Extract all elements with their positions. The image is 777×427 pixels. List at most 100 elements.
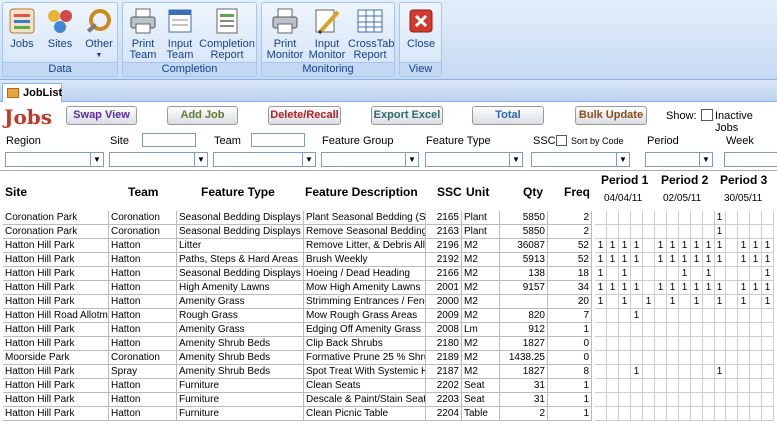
period-week-cell[interactable] [631, 379, 643, 393]
period-week-cell[interactable] [619, 379, 631, 393]
cell-team[interactable]: Hatton [109, 281, 177, 295]
period-week-cell[interactable] [691, 407, 703, 421]
period-week-cell[interactable]: 1 [655, 281, 667, 295]
period-week-cell[interactable]: 1 [762, 253, 774, 267]
inactive-jobs-checkbox[interactable] [701, 109, 713, 121]
period-week-cell[interactable]: 1 [607, 239, 619, 253]
cell-ssc[interactable]: 2189 [426, 351, 462, 365]
cell-ssc[interactable]: 2192 [426, 253, 462, 267]
period-week-cell[interactable] [738, 379, 750, 393]
period-week-cell[interactable] [643, 379, 655, 393]
period-week-cell[interactable] [667, 225, 679, 239]
period-week-cell[interactable] [691, 225, 703, 239]
period-week-cell[interactable] [643, 211, 655, 225]
period-week-cell[interactable] [595, 351, 607, 365]
cell-freq[interactable]: 0 [548, 351, 592, 365]
tab-joblist[interactable]: JobList [2, 83, 62, 102]
table-row[interactable]: Hatton Hill Park Hatton Furniture Clean Sea… [0, 379, 777, 393]
site-combo[interactable]: ▼ [109, 152, 208, 167]
cell-freq[interactable]: 52 [548, 253, 592, 267]
period-week-cell[interactable] [679, 309, 691, 323]
cell-freq[interactable]: 0 [548, 337, 592, 351]
period-week-cell[interactable]: 1 [679, 267, 691, 281]
jobs-button[interactable]: Jobs [7, 6, 37, 50]
cell-site[interactable]: Hatton Hill Park [3, 253, 109, 267]
period-week-cell[interactable]: 1 [762, 281, 774, 295]
period-week-cell[interactable] [607, 295, 619, 309]
period-week-cell[interactable] [607, 351, 619, 365]
period-week-cell[interactable] [714, 323, 726, 337]
period-week-cell[interactable] [738, 309, 750, 323]
period-week-cell[interactable] [691, 379, 703, 393]
period-week-cell[interactable] [750, 407, 762, 421]
cell-feature-type[interactable]: Furniture [177, 407, 304, 421]
period-week-cell[interactable]: 1 [667, 253, 679, 267]
completion-report-button[interactable]: Completion Report [199, 6, 255, 61]
period-week-cell[interactable] [726, 365, 738, 379]
period-week-cell[interactable] [738, 351, 750, 365]
period-week-cell[interactable] [750, 393, 762, 407]
period-week-cell[interactable] [738, 211, 750, 225]
table-row[interactable]: Hatton Hill Park Hatton Litter Remove Litte… [0, 239, 777, 253]
period-week-cell[interactable]: 1 [607, 281, 619, 295]
period-week-cell[interactable] [750, 351, 762, 365]
period-week-cell[interactable] [595, 393, 607, 407]
cell-feature-description[interactable]: Edging Off Amenity Grass [304, 323, 426, 337]
table-row[interactable]: Hatton Hill Road Allotmen Hatton Rough Gra… [0, 309, 777, 323]
cell-site[interactable]: Coronation Park [3, 225, 109, 239]
period-week-cell[interactable] [667, 211, 679, 225]
cell-site[interactable]: Hatton Hill Park [3, 295, 109, 309]
cell-feature-description[interactable]: Spot Treat With Systemic He [304, 365, 426, 379]
period-week-cell[interactable] [691, 351, 703, 365]
period-week-cell[interactable] [643, 323, 655, 337]
period-week-cell[interactable] [631, 337, 643, 351]
period-week-cell[interactable] [607, 267, 619, 281]
period-week-cell[interactable] [750, 309, 762, 323]
period-week-cell[interactable] [679, 323, 691, 337]
period-week-cell[interactable] [643, 407, 655, 421]
cell-team[interactable]: Spray [109, 365, 177, 379]
period-week-cell[interactable] [738, 393, 750, 407]
period-week-cell[interactable] [667, 393, 679, 407]
period-week-cell[interactable] [714, 379, 726, 393]
cell-feature-type[interactable]: Seasonal Bedding Displays [177, 225, 304, 239]
cell-ssc[interactable]: 2180 [426, 337, 462, 351]
period-week-cell[interactable]: 1 [738, 281, 750, 295]
cell-feature-description[interactable]: Clean Picnic Table [304, 407, 426, 421]
cell-ssc[interactable]: 2008 [426, 323, 462, 337]
cell-site[interactable]: Hatton Hill Park [3, 407, 109, 421]
period-week-cell[interactable] [667, 407, 679, 421]
period-week-cell[interactable] [762, 351, 774, 365]
cell-feature-type[interactable]: Furniture [177, 379, 304, 393]
sites-button[interactable]: Sites [45, 6, 75, 50]
cell-site[interactable]: Hatton Hill Park [3, 365, 109, 379]
bulk-update-button[interactable]: Bulk Update [575, 106, 647, 125]
table-row[interactable]: Hatton Hill Park Hatton Seasonal Bedding D… [0, 267, 777, 281]
cell-team[interactable]: Hatton [109, 267, 177, 281]
period-week-cell[interactable] [607, 379, 619, 393]
cell-feature-type[interactable]: Rough Grass [177, 309, 304, 323]
cell-qty[interactable]: 138 [500, 267, 548, 281]
period-week-cell[interactable]: 1 [714, 211, 726, 225]
period-week-cell[interactable] [643, 365, 655, 379]
period-week-cell[interactable] [726, 393, 738, 407]
cell-feature-type[interactable]: Amenity Shrub Beds [177, 351, 304, 365]
table-row[interactable]: Hatton Hill Park Hatton Paths, Steps & Har… [0, 253, 777, 267]
table-row[interactable]: Moorside Park Coronation Amenity Shrub Bed… [0, 351, 777, 365]
period-week-cell[interactable]: 1 [619, 239, 631, 253]
period-week-cell[interactable] [643, 225, 655, 239]
table-row[interactable]: Hatton Hill Park Hatton High Amenity Lawns… [0, 281, 777, 295]
period-week-cell[interactable]: 1 [691, 281, 703, 295]
period-week-cell[interactable]: 1 [667, 239, 679, 253]
period-week-cell[interactable] [595, 337, 607, 351]
table-row[interactable]: Coronation Park Coronation Seasonal Beddin… [0, 225, 777, 239]
sort-by-code-checkbox[interactable] [556, 135, 567, 146]
period-week-cell[interactable] [691, 309, 703, 323]
cell-unit[interactable]: Seat [462, 379, 500, 393]
period-week-cell[interactable]: 1 [714, 365, 726, 379]
table-row[interactable]: Hatton Hill Park Spray Amenity Shrub Beds S… [0, 365, 777, 379]
period-week-cell[interactable] [714, 407, 726, 421]
input-team-button[interactable]: Input Team [163, 6, 197, 61]
period-week-cell[interactable] [655, 323, 667, 337]
period-week-cell[interactable] [738, 365, 750, 379]
